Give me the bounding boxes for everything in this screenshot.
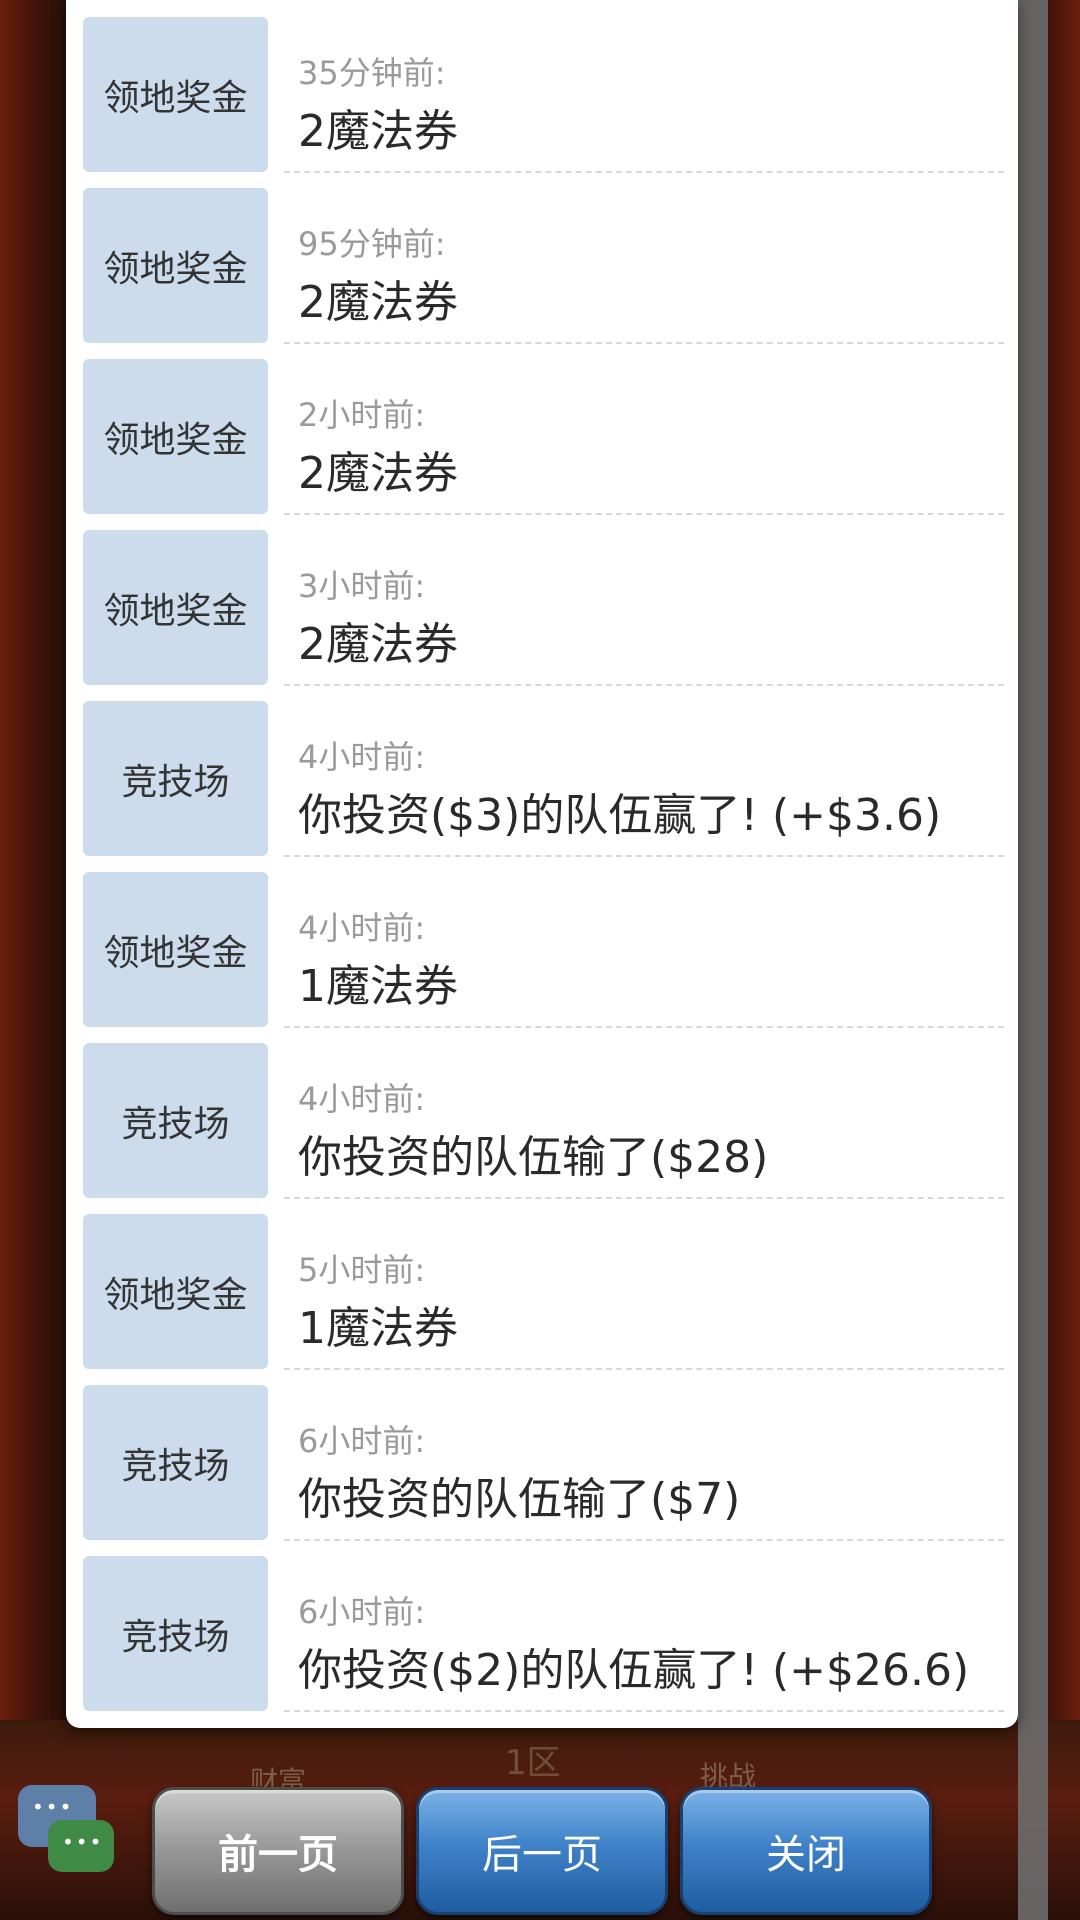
record-tag: 领地奖金 <box>83 872 268 1027</box>
previous-page-button[interactable]: 前一页 <box>152 1787 404 1915</box>
record-text: 1魔法券 <box>298 1303 458 1354</box>
record-time: 95分钟前: <box>298 225 446 263</box>
record-text: 你投资($3)的队伍赢了! (+$3.6) <box>298 790 942 841</box>
record-text: 你投资的队伍输了($28) <box>298 1132 769 1183</box>
record-tag: 领地奖金 <box>83 188 268 343</box>
record-time: 5小时前: <box>298 1251 426 1289</box>
left-pillar <box>0 0 70 1920</box>
record-text: 你投资($2)的队伍赢了! (+$26.6) <box>298 1645 970 1696</box>
record-time: 4小时前: <box>298 738 426 776</box>
list-item: 竞技场 6小时前: 你投资的队伍输了($7) <box>66 1368 1018 1541</box>
history-dialog: 领地奖金 35分钟前: 2魔法券 领地奖金 95分钟前: 2魔法券 领地奖金 2… <box>66 0 1018 1728</box>
record-text: 2魔法券 <box>298 448 458 499</box>
record-text: 你投资的队伍输了($7) <box>298 1474 741 1525</box>
divider <box>284 1710 1004 1712</box>
list-item: 领地奖金 3小时前: 2魔法券 <box>66 513 1018 686</box>
zone-label: 1区 <box>505 1743 561 1783</box>
record-time: 6小时前: <box>298 1593 426 1631</box>
record-time: 4小时前: <box>298 909 426 947</box>
record-tag: 竞技场 <box>83 1385 268 1540</box>
record-tag: 领地奖金 <box>83 17 268 172</box>
record-text: 2魔法券 <box>298 619 458 670</box>
close-button[interactable]: 关闭 <box>680 1787 932 1915</box>
list-item: 领地奖金 5小时前: 1魔法券 <box>66 1197 1018 1370</box>
record-tag: 竞技场 <box>83 1043 268 1198</box>
record-text: 2魔法券 <box>298 277 458 328</box>
chat-bubble-icon[interactable]: ••• <box>48 1820 114 1872</box>
record-time: 6小时前: <box>298 1422 426 1460</box>
list-item: 竞技场 4小时前: 你投资的队伍输了($28) <box>66 1026 1018 1199</box>
record-text: 1魔法券 <box>298 961 458 1012</box>
list-item: 领地奖金 2小时前: 2魔法券 <box>66 342 1018 515</box>
list-item: 竞技场 4小时前: 你投资($3)的队伍赢了! (+$3.6) <box>66 684 1018 857</box>
list-item: 领地奖金 35分钟前: 2魔法券 <box>66 0 1018 173</box>
record-time: 3小时前: <box>298 567 426 605</box>
list-item: 领地奖金 4小时前: 1魔法券 <box>66 855 1018 1028</box>
record-text: 2魔法券 <box>298 106 458 157</box>
record-time: 35分钟前: <box>298 54 446 92</box>
record-tag: 竞技场 <box>83 1556 268 1711</box>
record-time: 2小时前: <box>298 396 426 434</box>
next-page-button[interactable]: 后一页 <box>416 1787 668 1915</box>
record-tag: 竞技场 <box>83 701 268 856</box>
record-tag: 领地奖金 <box>83 530 268 685</box>
record-tag: 领地奖金 <box>83 359 268 514</box>
list-item: 竞技场 6小时前: 你投资($2)的队伍赢了! (+$26.6) <box>66 1539 1018 1712</box>
list-item: 领地奖金 95分钟前: 2魔法券 <box>66 171 1018 344</box>
record-time: 4小时前: <box>298 1080 426 1118</box>
record-tag: 领地奖金 <box>83 1214 268 1369</box>
scrollbar[interactable] <box>1018 0 1048 1920</box>
